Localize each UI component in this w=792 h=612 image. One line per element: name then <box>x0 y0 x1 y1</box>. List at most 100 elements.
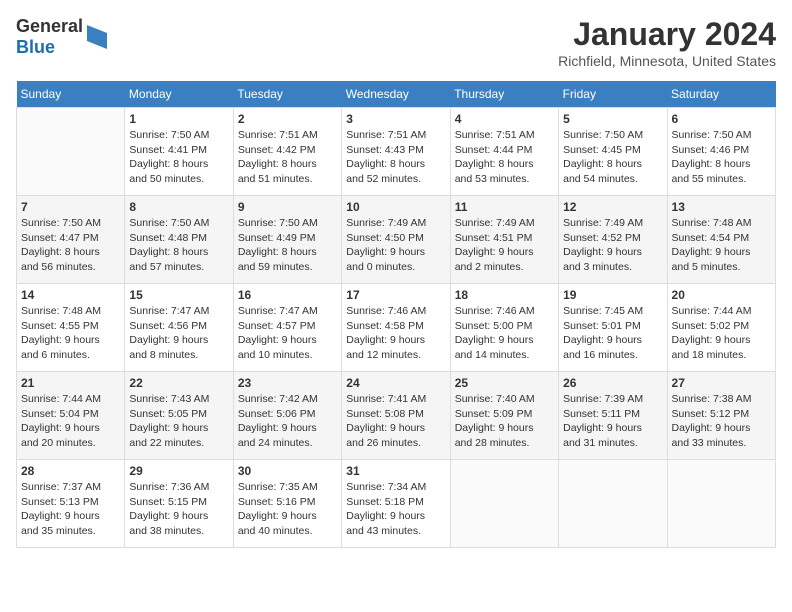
weekday-header-sunday: Sunday <box>17 81 125 108</box>
calendar-cell: 17 Sunrise: 7:46 AMSunset: 4:58 PMDayligh… <box>342 284 450 372</box>
calendar-cell: 27 Sunrise: 7:38 AMSunset: 5:12 PMDayligh… <box>667 372 775 460</box>
calendar-cell: 19Sunrise: 7:45 AMSunset: 5:01 PMDayligh… <box>559 284 667 372</box>
day-info: Sunrise: 7:38 AMSunset: 5:12 PMDaylight:… <box>672 392 771 451</box>
day-number: 6 <box>672 112 771 126</box>
calendar-cell: 31 Sunrise: 7:34 AMSunset: 5:18 PMDayligh… <box>342 460 450 548</box>
day-number: 19 <box>563 288 662 302</box>
weekday-header-row: SundayMondayTuesdayWednesdayThursdayFrid… <box>17 81 776 108</box>
calendar-cell: 2 Sunrise: 7:51 AMSunset: 4:42 PMDaylight… <box>233 108 341 196</box>
day-info: Sunrise: 7:35 AMSunset: 5:16 PMDaylight:… <box>238 480 337 539</box>
calendar-cell: 1 Sunrise: 7:50 AMSunset: 4:41 PMDaylight… <box>125 108 233 196</box>
calendar-cell: 14 Sunrise: 7:48 AMSunset: 4:55 PMDayligh… <box>17 284 125 372</box>
page-header: General Blue January 2024 Richfield, Min… <box>16 16 776 69</box>
calendar-cell: 25 Sunrise: 7:40 AMSunset: 5:09 PMDayligh… <box>450 372 558 460</box>
location-text: Richfield, Minnesota, United States <box>558 53 776 69</box>
day-info: Sunrise: 7:48 AMSunset: 4:55 PMDaylight:… <box>21 304 120 363</box>
day-number: 14 <box>21 288 120 302</box>
calendar-cell: 22 Sunrise: 7:43 AMSunset: 5:05 PMDayligh… <box>125 372 233 460</box>
calendar-cell: 4 Sunrise: 7:51 AMSunset: 4:44 PMDaylight… <box>450 108 558 196</box>
day-info: Sunrise: 7:50 AMSunset: 4:41 PMDaylight:… <box>129 128 228 187</box>
day-info: Sunrise: 7:49 AMSunset: 4:51 PMDaylight:… <box>455 216 554 275</box>
day-info: Sunrise: 7:42 AMSunset: 5:06 PMDaylight:… <box>238 392 337 451</box>
day-info: Sunrise: 7:41 AMSunset: 5:08 PMDaylight:… <box>346 392 445 451</box>
day-info: Sunrise: 7:34 AMSunset: 5:18 PMDaylight:… <box>346 480 445 539</box>
calendar-cell: 18Sunrise: 7:46 AMSunset: 5:00 PMDayligh… <box>450 284 558 372</box>
logo-general-text: General <box>16 16 83 37</box>
day-number: 16 <box>238 288 337 302</box>
weekday-header-thursday: Thursday <box>450 81 558 108</box>
weekday-header-wednesday: Wednesday <box>342 81 450 108</box>
calendar-cell: 11 Sunrise: 7:49 AMSunset: 4:51 PMDayligh… <box>450 196 558 284</box>
day-info: Sunrise: 7:51 AMSunset: 4:43 PMDaylight:… <box>346 128 445 187</box>
day-number: 9 <box>238 200 337 214</box>
month-title: January 2024 <box>558 16 776 53</box>
day-number: 30 <box>238 464 337 478</box>
day-number: 18 <box>455 288 554 302</box>
day-number: 26 <box>563 376 662 390</box>
day-info: Sunrise: 7:51 AMSunset: 4:42 PMDaylight:… <box>238 128 337 187</box>
day-number: 10 <box>346 200 445 214</box>
day-number: 12 <box>563 200 662 214</box>
day-number: 2 <box>238 112 337 126</box>
week-row-2: 7 Sunrise: 7:50 AMSunset: 4:47 PMDaylight… <box>17 196 776 284</box>
week-row-4: 21Sunrise: 7:44 AMSunset: 5:04 PMDayligh… <box>17 372 776 460</box>
day-info: Sunrise: 7:49 AMSunset: 4:50 PMDaylight:… <box>346 216 445 275</box>
day-info: Sunrise: 7:36 AMSunset: 5:15 PMDaylight:… <box>129 480 228 539</box>
day-info: Sunrise: 7:50 AMSunset: 4:45 PMDaylight:… <box>563 128 662 187</box>
day-number: 5 <box>563 112 662 126</box>
calendar-cell: 5 Sunrise: 7:50 AMSunset: 4:45 PMDaylight… <box>559 108 667 196</box>
calendar-cell: 10 Sunrise: 7:49 AMSunset: 4:50 PMDayligh… <box>342 196 450 284</box>
day-number: 25 <box>455 376 554 390</box>
logo-icon <box>87 25 107 49</box>
day-number: 27 <box>672 376 771 390</box>
weekday-header-monday: Monday <box>125 81 233 108</box>
calendar-cell: 13Sunrise: 7:48 AMSunset: 4:54 PMDayligh… <box>667 196 775 284</box>
logo-blue-text: Blue <box>16 37 83 58</box>
day-info: Sunrise: 7:39 AMSunset: 5:11 PMDaylight:… <box>563 392 662 451</box>
calendar-cell: 9Sunrise: 7:50 AMSunset: 4:49 PMDaylight… <box>233 196 341 284</box>
day-number: 15 <box>129 288 228 302</box>
week-row-5: 28 Sunrise: 7:37 AMSunset: 5:13 PMDayligh… <box>17 460 776 548</box>
day-number: 11 <box>455 200 554 214</box>
weekday-header-saturday: Saturday <box>667 81 775 108</box>
calendar-cell: 23 Sunrise: 7:42 AMSunset: 5:06 PMDayligh… <box>233 372 341 460</box>
day-number: 22 <box>129 376 228 390</box>
day-number: 23 <box>238 376 337 390</box>
day-number: 3 <box>346 112 445 126</box>
calendar-cell: 21Sunrise: 7:44 AMSunset: 5:04 PMDayligh… <box>17 372 125 460</box>
calendar-cell: 30 Sunrise: 7:35 AMSunset: 5:16 PMDayligh… <box>233 460 341 548</box>
calendar-cell: 7 Sunrise: 7:50 AMSunset: 4:47 PMDaylight… <box>17 196 125 284</box>
calendar-cell: 16Sunrise: 7:47 AMSunset: 4:57 PMDayligh… <box>233 284 341 372</box>
day-number: 28 <box>21 464 120 478</box>
calendar-cell <box>17 108 125 196</box>
day-number: 4 <box>455 112 554 126</box>
calendar-cell: 15Sunrise: 7:47 AMSunset: 4:56 PMDayligh… <box>125 284 233 372</box>
day-number: 29 <box>129 464 228 478</box>
day-info: Sunrise: 7:43 AMSunset: 5:05 PMDaylight:… <box>129 392 228 451</box>
logo: General Blue <box>16 16 111 58</box>
day-info: Sunrise: 7:46 AMSunset: 4:58 PMDaylight:… <box>346 304 445 363</box>
day-info: Sunrise: 7:44 AMSunset: 5:02 PMDaylight:… <box>672 304 771 363</box>
week-row-3: 14 Sunrise: 7:48 AMSunset: 4:55 PMDayligh… <box>17 284 776 372</box>
day-number: 7 <box>21 200 120 214</box>
calendar-cell <box>667 460 775 548</box>
day-info: Sunrise: 7:40 AMSunset: 5:09 PMDaylight:… <box>455 392 554 451</box>
calendar-cell: 26 Sunrise: 7:39 AMSunset: 5:11 PMDayligh… <box>559 372 667 460</box>
day-info: Sunrise: 7:50 AMSunset: 4:47 PMDaylight:… <box>21 216 120 275</box>
day-number: 1 <box>129 112 228 126</box>
day-info: Sunrise: 7:37 AMSunset: 5:13 PMDaylight:… <box>21 480 120 539</box>
day-info: Sunrise: 7:51 AMSunset: 4:44 PMDaylight:… <box>455 128 554 187</box>
day-number: 20 <box>672 288 771 302</box>
calendar-cell: 8Sunrise: 7:50 AMSunset: 4:48 PMDaylight… <box>125 196 233 284</box>
day-number: 31 <box>346 464 445 478</box>
calendar-cell <box>450 460 558 548</box>
weekday-header-friday: Friday <box>559 81 667 108</box>
day-number: 21 <box>21 376 120 390</box>
week-row-1: 1 Sunrise: 7:50 AMSunset: 4:41 PMDaylight… <box>17 108 776 196</box>
day-number: 17 <box>346 288 445 302</box>
calendar-table: SundayMondayTuesdayWednesdayThursdayFrid… <box>16 81 776 548</box>
calendar-cell: 3 Sunrise: 7:51 AMSunset: 4:43 PMDaylight… <box>342 108 450 196</box>
calendar-cell: 12Sunrise: 7:49 AMSunset: 4:52 PMDayligh… <box>559 196 667 284</box>
day-info: Sunrise: 7:50 AMSunset: 4:48 PMDaylight:… <box>129 216 228 275</box>
weekday-header-tuesday: Tuesday <box>233 81 341 108</box>
